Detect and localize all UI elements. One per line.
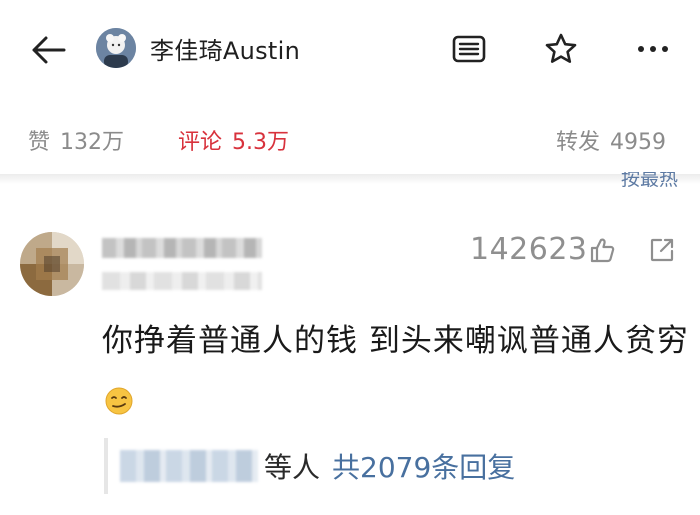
likes-label: 赞	[28, 130, 51, 155]
commenter-name-obscured[interactable]	[102, 238, 262, 258]
comment-text: 你挣着普通人的钱 到头来嘲讽普通人贫穷	[102, 323, 689, 359]
menu-list-button[interactable]	[448, 28, 490, 70]
reposts-tab[interactable]: 转发 4959	[556, 124, 666, 156]
comment-meta-obscured	[102, 272, 262, 290]
more-dots-icon	[638, 46, 668, 52]
commenter-avatar-image	[20, 232, 84, 296]
avatar-image	[96, 28, 136, 68]
menu-list-icon	[452, 35, 486, 63]
reposts-label: 转发	[556, 130, 601, 155]
back-arrow-icon	[32, 36, 66, 64]
reply-total-link[interactable]: 共2079条回复	[332, 451, 515, 484]
smirk-emoji-icon	[105, 387, 133, 414]
commenter-avatar[interactable]	[20, 232, 84, 296]
comments-tab[interactable]: 评论 5.3万	[178, 124, 289, 156]
thumbs-up-icon	[590, 238, 615, 263]
more-button[interactable]	[632, 28, 674, 70]
reposts-value: 4959	[610, 130, 667, 155]
user-avatar[interactable]	[96, 28, 136, 68]
comment-like-button[interactable]	[588, 236, 616, 264]
user-name[interactable]: 李佳琦Austin	[150, 31, 300, 66]
engagement-stats-bar: 赞 132万 评论 5.3万 转发 4959	[0, 106, 700, 168]
top-nav-bar: 李佳琦Austin	[0, 0, 700, 100]
reply-quote-bar	[104, 438, 108, 494]
reply-summary[interactable]: 等人 共2079条回复	[120, 446, 515, 486]
likes-value: 132万	[60, 130, 125, 155]
stats-divider-shadow	[0, 174, 700, 184]
replier-name-obscured[interactable]	[120, 450, 258, 482]
reply-others-label: 等人	[264, 451, 321, 484]
weibo-post-detail: 李佳琦Austin 赞 132万 评论 5.3万 转发 4959 按最热 142…	[0, 0, 700, 515]
sort-label-text: 按最热	[620, 172, 678, 190]
back-button[interactable]	[26, 30, 70, 70]
sort-by-hot-button[interactable]: 按最热	[621, 172, 678, 192]
comment-like-count: 142623	[470, 232, 588, 267]
comments-value: 5.3万	[232, 130, 290, 155]
favorite-button[interactable]	[540, 28, 582, 70]
star-icon	[545, 33, 577, 63]
comment-share-button[interactable]	[648, 236, 676, 264]
likes-tab[interactable]: 赞 132万	[28, 124, 124, 156]
comments-label: 评论	[178, 130, 223, 155]
share-out-icon	[650, 238, 674, 262]
comment-body: 你挣着普通人的钱 到头来嘲讽普通人贫穷	[102, 312, 692, 428]
